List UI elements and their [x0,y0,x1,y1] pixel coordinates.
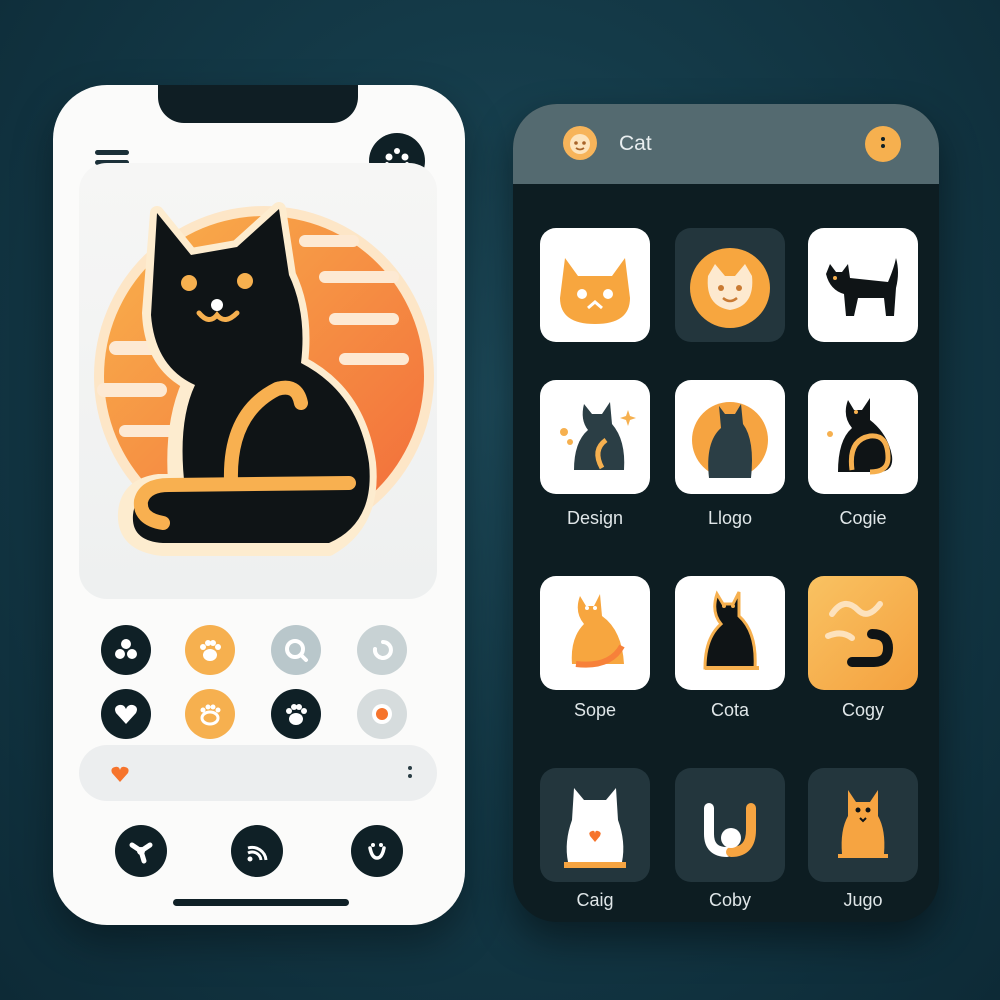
search-bar[interactable] [79,745,437,801]
app-header: Cat [513,104,939,184]
cat-face-icon [560,258,630,324]
tile-label: Coby [708,890,752,910]
tile-label: Cota [710,700,750,720]
flower-icon[interactable] [101,625,151,675]
tile-label: Llogo [707,508,753,528]
tile-sope[interactable] [540,576,650,690]
tile-label: Caig [576,890,614,910]
paw-print-icon[interactable] [185,689,235,739]
search-input[interactable] [139,759,403,789]
cat-face-icon [690,248,770,328]
tile-cat-face[interactable] [540,228,650,342]
tile-cogy[interactable] [808,576,918,690]
tile-label: Cogie [839,508,887,528]
tile-walking-cat[interactable] [808,228,918,342]
tile-coby[interactable] [675,768,785,882]
cat-silhouette-icon [692,402,768,478]
paw-icon[interactable] [185,625,235,675]
tile-jugo[interactable] [808,768,918,882]
paw-icon[interactable] [271,689,321,739]
tile-caig[interactable] [540,768,650,882]
orange-cat-icon [571,594,625,668]
black-cat-icon [703,590,759,670]
orange-cat-icon [838,790,888,858]
cat-logo-icon [563,126,597,160]
tile-label: Jugo [843,890,883,910]
tile-label: Sope [573,700,617,720]
share-icon[interactable] [115,825,167,877]
tile-label: Design [566,508,624,528]
tile-cogie[interactable] [808,380,918,494]
refresh-icon[interactable] [357,625,407,675]
more-dots-icon[interactable] [865,126,901,162]
wifi-icon[interactable] [231,825,283,877]
left-phone [53,85,465,925]
tile-logo[interactable] [675,380,785,494]
sitting-cat-icon [560,402,636,470]
heart-icon [111,766,129,782]
black-cat-logo [94,202,434,556]
home-indicator[interactable] [173,899,349,906]
tile-label: Cogy [841,700,885,720]
phone-notch [158,85,358,123]
white-cat-icon [564,788,626,868]
hero-card [79,163,437,599]
ball-tail-icon [704,803,756,857]
right-phone: Cat Design Llogo Cogie Sope Cota Cogy Ca… [513,104,939,922]
tile-design[interactable] [540,380,650,494]
search-icon[interactable] [271,625,321,675]
more-dots-icon[interactable] [407,765,413,783]
tile-cota[interactable] [675,576,785,690]
abstract-tail-icon [825,601,894,667]
sitting-cat-icon [827,398,893,475]
record-icon[interactable] [357,689,407,739]
walking-cat-icon [826,258,898,316]
smile-icon[interactable] [351,825,403,877]
tile-cat-face-dark[interactable] [675,228,785,342]
app-title: Cat [619,132,652,155]
heart-icon[interactable] [101,689,151,739]
